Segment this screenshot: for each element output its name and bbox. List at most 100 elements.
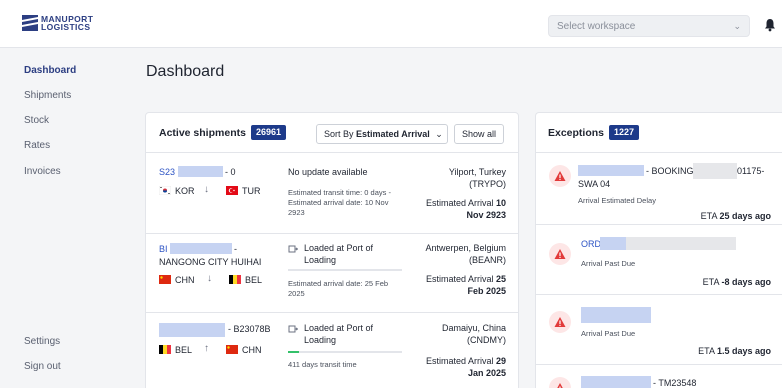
arrow-down-icon: ↓	[204, 184, 209, 195]
korea-flag-icon	[159, 186, 171, 195]
origin-code: BEL	[175, 345, 193, 355]
shipment-status: No update available	[288, 167, 368, 177]
sidebar-item-rates[interactable]: Rates	[24, 140, 50, 151]
transit-progress-bar	[288, 351, 402, 353]
estimated-arrival: Estimated Arrival 25	[426, 274, 506, 284]
redacted-text	[626, 237, 736, 250]
warning-icon	[549, 377, 571, 388]
active-shipments-count: 26961	[251, 125, 287, 140]
shipment-id-suffix: -	[234, 244, 237, 254]
redacted-text	[581, 307, 651, 323]
origin-code: CHN	[175, 275, 195, 285]
shipment-company: NANGONG CITY HUIHAI	[159, 257, 262, 267]
eta-rest: Jan 2025	[467, 368, 506, 378]
shipment-row[interactable]: BI - NANGONG CITY HUIHAI CHN ↓ BEL Loade…	[146, 234, 518, 313]
destination-port-code: (BEANR)	[468, 255, 506, 265]
exception-item[interactable]: ORD Arrival Past Due ETA -8 days ago	[536, 225, 782, 295]
eta-day: 29	[495, 356, 506, 366]
shipment-detail: Estimated arrival date: 10 Nov	[288, 198, 389, 207]
shipment-status: Loaded at Port of	[304, 323, 374, 333]
exception-item[interactable]: - TM23548	[536, 365, 782, 388]
exception-item[interactable]: - BOOKING 01175- SWA 04 Arrival Estimate…	[536, 153, 782, 225]
china-flag-icon	[226, 345, 238, 354]
exception-reference: - BOOKING	[646, 166, 694, 176]
china-flag-icon	[159, 275, 171, 284]
transit-progress-fill	[288, 351, 300, 353]
exception-reason: Arrival Past Due	[581, 259, 636, 268]
eta-label: Estimated Arrival	[425, 356, 494, 366]
sidebar-item-sign-out[interactable]: Sign out	[24, 361, 61, 372]
sort-value: Estimated Arrival	[356, 129, 430, 139]
eta-prefix: ETA	[698, 346, 717, 356]
redacted-text	[159, 323, 225, 337]
active-shipments-header: Active shipments 26961 Sort By Estimated…	[146, 113, 518, 153]
exception-reference: 01175-	[737, 166, 765, 176]
redacted-text	[178, 166, 223, 177]
destination-code: TUR	[242, 186, 261, 196]
exception-eta: ETA 25 days ago	[701, 211, 771, 221]
sidebar-item-shipments[interactable]: Shipments	[24, 90, 71, 101]
belgium-flag-icon	[159, 345, 171, 354]
estimated-arrival: Estimated Arrival 10	[426, 198, 506, 208]
package-icon	[288, 325, 298, 333]
warning-icon	[549, 165, 571, 187]
exception-reason: Arrival Past Due	[581, 329, 636, 338]
package-icon	[288, 245, 298, 253]
exception-reference: - TM23548	[653, 378, 697, 388]
shipment-detail: Estimated transit time: 0 days -	[288, 188, 391, 197]
shipment-status: Loading	[304, 335, 337, 345]
exceptions-card: Exceptions 1227 - BOOKING 01175- SWA 04 …	[535, 112, 782, 388]
sidebar: Dashboard Shipments Stock Rates Invoices…	[0, 48, 130, 388]
destination-location: Yilport, Turkey	[448, 167, 506, 177]
shipment-status: Loaded at Port of	[304, 243, 374, 253]
redacted-text	[600, 237, 626, 250]
eta-prefix: ETA	[702, 277, 722, 287]
eta-rest: Feb 2025	[467, 286, 506, 296]
active-shipments-card: Active shipments 26961 Sort By Estimated…	[145, 112, 519, 388]
sort-dropdown[interactable]: Sort By Estimated Arrival ⌄	[316, 124, 448, 144]
shipment-id-prefix[interactable]: BI	[159, 244, 168, 254]
sidebar-item-stock[interactable]: Stock	[24, 115, 49, 126]
page-title: Dashboard	[146, 63, 225, 80]
estimated-arrival-rest: Nov 2923	[466, 210, 506, 220]
sort-prefix: Sort By	[324, 129, 357, 139]
shipment-detail: 411 days transit time	[288, 360, 357, 369]
active-shipments-title: Active shipments	[159, 127, 246, 139]
shipment-row[interactable]: S23 - 0 KOR ↓ TUR No update available Es…	[146, 153, 518, 234]
destination-port-code: (TRYPO)	[469, 179, 506, 189]
shipment-row[interactable]: - B23078B BEL ↑ CHN Loaded at Port of Lo…	[146, 313, 518, 388]
warning-icon	[549, 243, 571, 265]
origin-code: KOR	[175, 186, 195, 196]
eta-value: -8 days ago	[721, 277, 771, 287]
workspace-select[interactable]: Select workspace ⌄	[548, 15, 750, 37]
shipment-id-suffix: - 0	[225, 167, 236, 177]
show-all-button[interactable]: Show all	[454, 124, 505, 144]
estimated-arrival-rest: Feb 2025	[467, 286, 506, 296]
sidebar-item-settings[interactable]: Settings	[24, 336, 60, 347]
estimated-arrival: Estimated Arrival 29	[426, 356, 506, 366]
eta-day: 25	[495, 274, 506, 284]
shipment-id-suffix: - B23078B	[228, 324, 271, 334]
destination-location: Damaiyu, China	[441, 323, 506, 333]
exception-reference: SWA 04	[578, 179, 611, 189]
eta-day: 10	[495, 198, 506, 208]
exceptions-count: 1227	[609, 125, 640, 140]
bell-icon[interactable]	[764, 18, 776, 32]
destination-port-code: (CNDMY)	[467, 335, 506, 345]
shipment-detail: 2025	[288, 289, 305, 298]
destination-code: BEL	[245, 275, 263, 285]
arrow-up-icon: ↑	[204, 343, 209, 354]
shipment-detail: 2923	[288, 208, 305, 217]
eta-label: Estimated Arrival	[425, 274, 494, 284]
estimated-arrival-rest: Jan 2025	[468, 368, 506, 378]
sidebar-item-invoices[interactable]: Invoices	[24, 166, 61, 177]
exception-reference[interactable]: ORD	[581, 239, 601, 249]
exception-item[interactable]: Arrival Past Due ETA 1.5 days ago	[536, 295, 782, 365]
sidebar-item-dashboard[interactable]: Dashboard	[24, 65, 76, 76]
eta-value: 25 days ago	[719, 211, 771, 221]
brand-logo[interactable]: MANUPORT LOGISTICS	[22, 15, 93, 31]
warning-icon	[549, 311, 571, 333]
shipment-id-prefix[interactable]: S23	[159, 167, 175, 177]
belgium-flag-icon	[229, 275, 241, 284]
eta-prefix: ETA	[700, 211, 720, 221]
